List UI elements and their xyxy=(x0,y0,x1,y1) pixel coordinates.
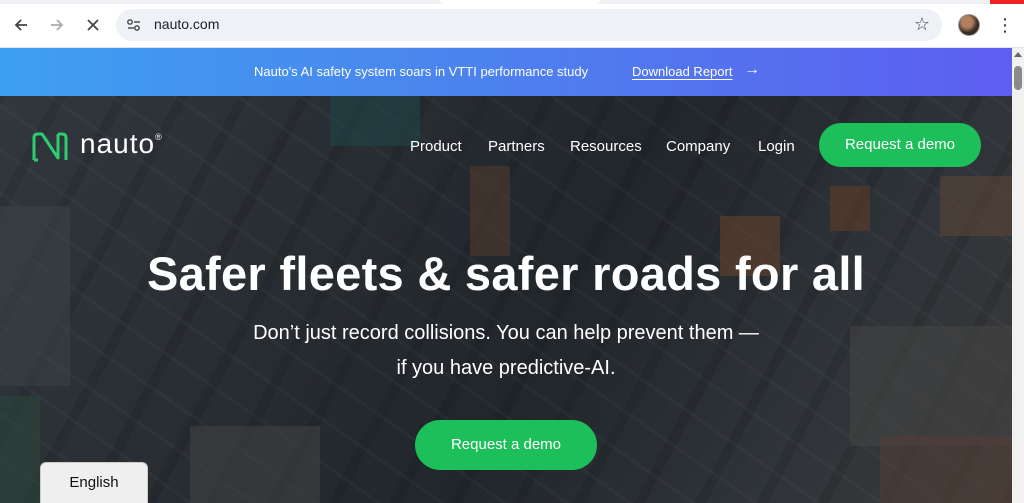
arrow-right-icon xyxy=(51,19,64,31)
kebab-icon[interactable]: ⋮ xyxy=(996,13,1014,37)
browser-toolbar: nauto.com ☆ ⋮ xyxy=(0,0,1024,48)
download-report-link[interactable]: Download Report xyxy=(632,64,732,79)
nav-product[interactable]: Product xyxy=(410,138,462,155)
nav-partners[interactable]: Partners xyxy=(488,138,545,155)
hero-subline-1: Don’t just record collisions. You can he… xyxy=(253,322,759,344)
close-icon xyxy=(87,19,99,31)
brand-name[interactable]: nauto® xyxy=(80,128,163,160)
tune-icon[interactable] xyxy=(124,15,144,35)
arrow-right-icon[interactable]: → xyxy=(744,61,760,79)
scroll-up-icon[interactable] xyxy=(1014,52,1022,57)
language-selector[interactable]: English xyxy=(40,462,148,503)
brand-wordmark: nauto xyxy=(80,128,156,159)
arrow-left-icon xyxy=(14,19,27,31)
address-bar[interactable]: nauto.com ☆ xyxy=(116,9,942,41)
scrollbar-thumb[interactable] xyxy=(1014,66,1022,90)
page-scrollbar[interactable] xyxy=(1012,48,1024,503)
announcement-banner: Nauto's AI safety system soars in VTTI p… xyxy=(0,48,1012,96)
request-demo-button-hero[interactable]: Request a demo xyxy=(415,420,597,470)
nav-company[interactable]: Company xyxy=(666,138,730,155)
hero-subline-2: if you have predictive-AI. xyxy=(396,357,616,379)
stop-loading-button[interactable] xyxy=(82,14,104,36)
nav-resources[interactable]: Resources xyxy=(570,138,642,155)
window-accent xyxy=(990,0,1024,4)
star-icon[interactable]: ☆ xyxy=(914,14,930,35)
banner-message: Nauto's AI safety system soars in VTTI p… xyxy=(254,64,589,79)
nauto-logo-icon[interactable] xyxy=(30,130,70,164)
nav-login[interactable]: Login xyxy=(758,138,795,155)
back-button[interactable] xyxy=(10,14,32,36)
request-demo-button-header[interactable]: Request a demo xyxy=(819,123,981,167)
registered-mark: ® xyxy=(155,132,163,142)
tab-strip xyxy=(0,0,1024,4)
active-tab[interactable] xyxy=(440,0,600,4)
profile-avatar[interactable] xyxy=(958,14,980,36)
forward-button[interactable] xyxy=(46,14,68,36)
hero-headline: Safer fleets & safer roads for all xyxy=(146,247,866,300)
url-text[interactable]: nauto.com xyxy=(154,16,219,32)
